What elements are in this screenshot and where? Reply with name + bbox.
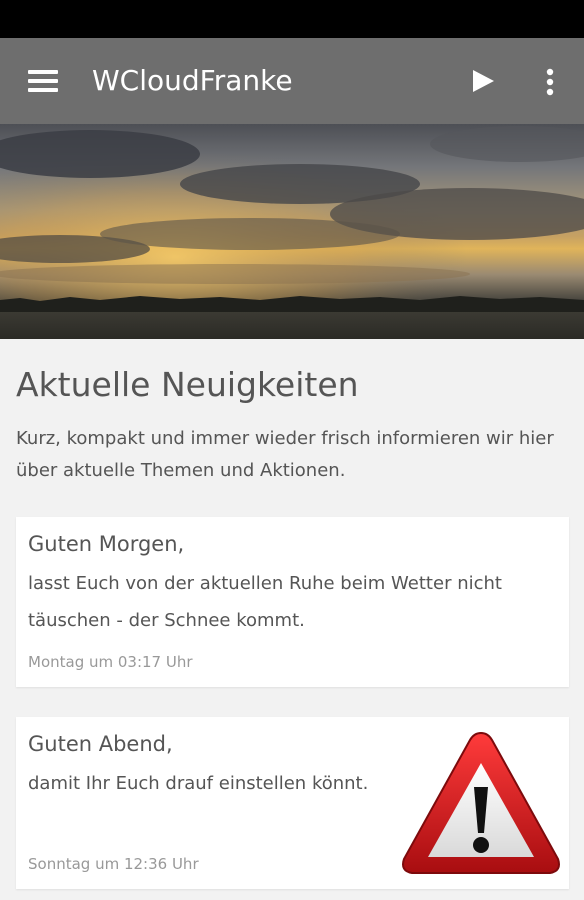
news-card-title: Guten Abend, bbox=[28, 732, 173, 756]
section-description: Kurz, kompakt und immer wieder frisch in… bbox=[16, 428, 554, 481]
app-title: WCloudFranke bbox=[92, 64, 293, 97]
news-card-body: lasst Euch von der aktuellen Ruhe beim W… bbox=[28, 573, 502, 631]
hero-image bbox=[0, 124, 584, 339]
more-vertical-icon[interactable] bbox=[540, 68, 560, 96]
status-bar bbox=[0, 0, 584, 38]
warning-sign-icon bbox=[402, 731, 560, 874]
news-card-title: Guten Morgen, bbox=[28, 532, 185, 556]
app-toolbar: WCloudFranke bbox=[0, 38, 584, 124]
news-card-body: damit Ihr Euch drauf einstellen könnt. bbox=[28, 773, 369, 794]
hamburger-menu-icon[interactable] bbox=[28, 70, 58, 92]
section-title: Aktuelle Neuigkeiten bbox=[16, 365, 359, 404]
news-card[interactable]: Guten Morgen, lasst Euch von der aktuell… bbox=[16, 517, 569, 687]
news-card[interactable]: Guten Abend, damit Ihr Euch drauf einste… bbox=[16, 717, 569, 889]
news-card-timestamp: Sonntag um 12:36 Uhr bbox=[28, 855, 199, 873]
play-icon[interactable] bbox=[470, 68, 496, 94]
news-card-timestamp: Montag um 03:17 Uhr bbox=[28, 653, 193, 671]
